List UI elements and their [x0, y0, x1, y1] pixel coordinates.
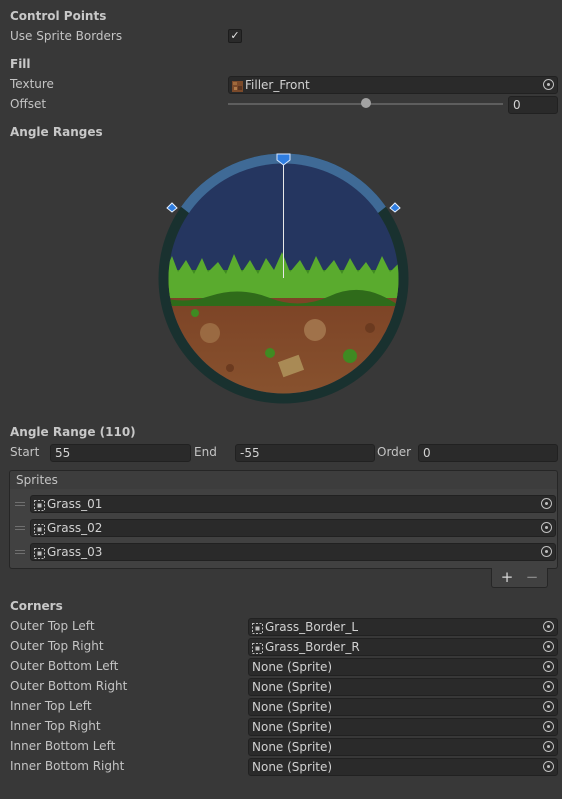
corners-heading: Corners [10, 599, 63, 613]
corner-label: Outer Top Right [10, 639, 104, 653]
end-label: End [194, 445, 217, 459]
object-picker-icon[interactable] [540, 619, 557, 635]
corner-sprite-value: None (Sprite) [252, 660, 333, 674]
angle-ranges-heading: Angle Ranges [10, 125, 103, 139]
corner-sprite-value: None (Sprite) [252, 740, 333, 754]
corner-sprite-value: None (Sprite) [252, 700, 333, 714]
corner-sprite-field[interactable]: Grass_Border_R [248, 638, 558, 656]
texture-value: Filler_Front [245, 78, 310, 92]
texture-picker-icon[interactable] [540, 77, 557, 93]
remove-sprite-button[interactable]: − [520, 568, 544, 586]
corner-sprite-value: None (Sprite) [252, 760, 333, 774]
sprite-icon [252, 642, 263, 654]
order-input[interactable]: 0 [418, 444, 558, 462]
sprite-icon [34, 499, 45, 511]
corner-sprite-value: None (Sprite) [252, 720, 333, 734]
object-picker-icon[interactable] [540, 739, 557, 755]
corner-sprite-field[interactable]: None (Sprite) [248, 698, 558, 716]
corner-label: Inner Top Left [10, 699, 92, 713]
angle-handle-start[interactable] [166, 202, 178, 213]
use-sprite-borders-checkbox[interactable]: ✓ [228, 29, 242, 43]
use-sprite-borders-label: Use Sprite Borders [10, 29, 123, 43]
object-picker-icon[interactable] [540, 639, 557, 655]
add-sprite-button[interactable]: + [495, 568, 519, 586]
corner-sprite-value: None (Sprite) [252, 680, 333, 694]
corner-sprite-value: Grass_Border_R [265, 640, 360, 654]
corner-sprite-field[interactable]: None (Sprite) [248, 678, 558, 696]
sprite-picker-icon[interactable] [538, 496, 555, 512]
texture-label: Texture [10, 77, 54, 91]
corner-label: Outer Top Left [10, 619, 95, 633]
offset-input[interactable]: 0 [508, 96, 558, 114]
offset-label: Offset [10, 97, 47, 111]
angle-range-heading: Angle Range (110) [10, 425, 136, 439]
end-input[interactable]: -55 [235, 444, 375, 462]
corner-sprite-field[interactable]: None (Sprite) [248, 658, 558, 676]
sprite-icon [34, 523, 45, 535]
corner-sprite-value: Grass_Border_L [265, 620, 359, 634]
list-footer: + − [491, 568, 548, 588]
sprite-icon [252, 622, 263, 634]
offset-slider-thumb[interactable] [361, 98, 371, 108]
start-label: Start [10, 445, 40, 459]
start-input[interactable]: 55 [50, 444, 191, 462]
sprite-field-3[interactable]: Grass_03 [30, 543, 556, 561]
angle-handle-end[interactable] [389, 202, 401, 213]
sprite-name: Grass_03 [47, 545, 103, 559]
drag-handle-icon[interactable] [15, 501, 25, 507]
texture-field[interactable]: Filler_Front [228, 76, 558, 94]
corner-label: Outer Bottom Right [10, 679, 128, 693]
corner-sprite-field[interactable]: None (Sprite) [248, 758, 558, 776]
sprite-field-1[interactable]: Grass_01 [30, 495, 556, 513]
order-label: Order [377, 445, 412, 459]
sprite-picker-icon[interactable] [538, 520, 555, 536]
sprite-name: Grass_01 [47, 497, 103, 511]
corner-sprite-field[interactable]: None (Sprite) [248, 738, 558, 756]
drag-handle-icon[interactable] [15, 549, 25, 555]
checkmark-icon: ✓ [230, 29, 240, 42]
corner-sprite-field[interactable]: None (Sprite) [248, 718, 558, 736]
object-picker-icon[interactable] [540, 659, 557, 675]
corner-label: Inner Bottom Left [10, 739, 116, 753]
corner-label: Inner Top Right [10, 719, 101, 733]
corner-label: Inner Bottom Right [10, 759, 125, 773]
corner-sprite-field[interactable]: Grass_Border_L [248, 618, 558, 636]
object-picker-icon[interactable] [540, 699, 557, 715]
angle-range-editor[interactable] [150, 148, 420, 413]
sprite-picker-icon[interactable] [538, 544, 555, 560]
sprite-icon [34, 547, 45, 559]
object-picker-icon[interactable] [540, 719, 557, 735]
texture-icon [232, 80, 243, 92]
control-points-heading: Control Points [10, 9, 107, 23]
sprite-name: Grass_02 [47, 521, 103, 535]
corner-label: Outer Bottom Left [10, 659, 119, 673]
drag-handle-icon[interactable] [15, 525, 25, 531]
sprite-field-2[interactable]: Grass_02 [30, 519, 556, 537]
sprites-list-header: Sprites [9, 470, 558, 490]
fill-preview [168, 163, 399, 394]
object-picker-icon[interactable] [540, 759, 557, 775]
fill-heading: Fill [10, 57, 31, 71]
object-picker-icon[interactable] [540, 679, 557, 695]
